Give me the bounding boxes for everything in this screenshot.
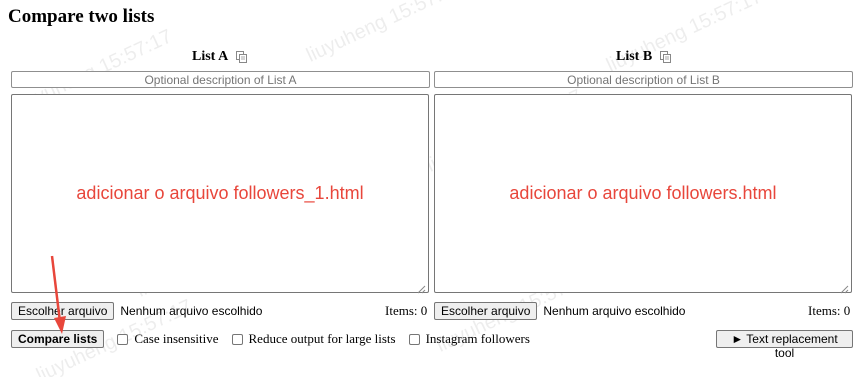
- list-a-header: List A: [192, 49, 248, 65]
- copy-icon[interactable]: [660, 51, 672, 63]
- reduce-output-label[interactable]: Reduce output for large lists: [249, 331, 396, 347]
- list-b-heading: List B: [616, 49, 653, 64]
- compare-lists-button[interactable]: Compare lists: [11, 330, 105, 348]
- list-b-textarea[interactable]: adicionar o arquivo followers.html: [434, 94, 852, 294]
- list-b-file-row: Escolher arquivo Nenhum arquivo escolhid…: [434, 302, 685, 320]
- list-b-choose-file-button[interactable]: Escolher arquivo: [434, 302, 538, 320]
- resize-grip-icon[interactable]: [840, 281, 849, 294]
- list-b-description-input[interactable]: [434, 71, 853, 88]
- watermark: liuyuheng 15:57:17: [603, 0, 766, 77]
- instagram-followers-label[interactable]: Instagram followers: [426, 331, 530, 347]
- reduce-output-checkbox[interactable]: [231, 333, 243, 345]
- list-a-file-row: Escolher arquivo Nenhum arquivo escolhid…: [11, 302, 262, 320]
- page: liuyuheng 15:57:17 liuyuheng 15:57:17 li…: [0, 0, 855, 377]
- list-a-textarea[interactable]: adicionar o arquivo followers_1.html: [11, 94, 429, 294]
- list-b-items-count: Items: 0: [808, 303, 851, 318]
- list-a-description-input[interactable]: [11, 71, 430, 88]
- resize-grip-icon[interactable]: [417, 281, 426, 294]
- list-a-items-count: Items: 0: [385, 303, 428, 318]
- list-b-file-status: Nenhum arquivo escolhido: [543, 304, 686, 318]
- text-replacement-tool-button[interactable]: ► Text replacement tool: [716, 330, 853, 360]
- instagram-followers-checkbox[interactable]: [408, 333, 420, 345]
- page-title: Compare two lists: [8, 6, 155, 27]
- list-a-heading: List A: [192, 49, 229, 64]
- list-b-annotation: adicionar o arquivo followers.html: [509, 183, 777, 203]
- case-insensitive-checkbox[interactable]: [117, 333, 129, 345]
- copy-icon[interactable]: [236, 51, 248, 63]
- list-b-header: List B: [616, 49, 672, 65]
- watermark: liuyuheng 15:57:17: [303, 0, 466, 67]
- list-a-file-status: Nenhum arquivo escolhido: [120, 304, 263, 318]
- list-a-choose-file-button[interactable]: Escolher arquivo: [11, 302, 115, 320]
- options-row: Compare lists Case insensitive Reduce ou…: [11, 330, 530, 348]
- list-a-annotation: adicionar o arquivo followers_1.html: [76, 183, 364, 203]
- case-insensitive-label[interactable]: Case insensitive: [134, 331, 218, 347]
